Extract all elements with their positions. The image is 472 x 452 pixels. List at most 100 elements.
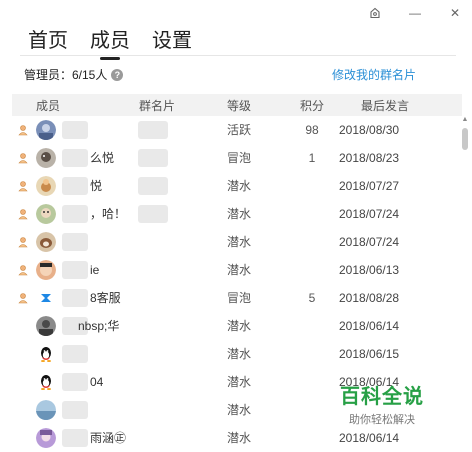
table-row[interactable]: 潜水 2018/07/24 [12, 228, 462, 256]
avatar[interactable] [36, 116, 56, 144]
redacted-name-block [62, 373, 88, 391]
avatar[interactable] [36, 396, 56, 424]
member-points [294, 340, 330, 368]
redacted-name-block [62, 289, 88, 307]
group-card [136, 256, 200, 284]
watermark-subtitle: 助你轻松解决 [349, 414, 415, 426]
member-level: 潜水 [227, 403, 252, 417]
redacted-name-block [62, 205, 88, 223]
member-level: 潜水 [227, 375, 252, 389]
last-speak-date: 2018/06/13 [339, 263, 400, 277]
avatar[interactable] [36, 284, 56, 312]
member-name: 04 [90, 375, 104, 389]
group-card [136, 200, 200, 228]
member-points [294, 312, 330, 340]
member-name: ，哈！ [90, 207, 127, 221]
member-level: 潜水 [227, 431, 252, 445]
admin-badge-icon [16, 256, 30, 284]
admin-badge-icon [16, 144, 30, 172]
table-row[interactable]: 悦 潜水 2018/07/27 [12, 172, 462, 200]
member-points [294, 200, 330, 228]
scroll-up-arrow-icon[interactable]: ▲ [461, 116, 469, 124]
avatar[interactable] [36, 144, 56, 172]
member-points: 98 [305, 123, 319, 137]
last-speak-date: 2018/08/30 [339, 123, 400, 137]
group-card [136, 172, 200, 200]
avatar[interactable] [36, 424, 56, 452]
group-card [136, 340, 200, 368]
scrollbar[interactable]: ▲ [461, 116, 469, 452]
last-speak-date: 2018/07/24 [339, 207, 400, 221]
column-points[interactable]: 积分 [300, 97, 324, 114]
watermark: 百科全说 助你轻松解决 [340, 380, 424, 427]
redacted-name-block [62, 177, 88, 195]
member-level: 活跃 [227, 123, 252, 137]
avatar[interactable] [36, 312, 56, 340]
help-icon[interactable]: ? [111, 68, 124, 81]
minimize-icon[interactable]: — [408, 6, 422, 20]
redacted-name-block [62, 149, 88, 167]
table-row[interactable]: nbsp;华 潜水 2018/06/14 [12, 312, 462, 340]
redacted-name-block [62, 401, 88, 419]
table-header: 成员 群名片 等级 积分 最后发言 [12, 94, 462, 116]
member-points [294, 368, 330, 396]
avatar[interactable] [36, 200, 56, 228]
admin-count-text: 管理员：6/15人 [24, 68, 108, 82]
admin-badge-icon [16, 172, 30, 200]
table-row[interactable]: 活跃 98 2018/08/30 [12, 116, 462, 144]
tabs-divider [20, 55, 456, 56]
redacted-name-block [62, 429, 88, 447]
avatar[interactable] [36, 368, 56, 396]
skin-settings-icon[interactable] [368, 6, 382, 20]
group-card [136, 312, 200, 340]
last-speak-date: 2018/06/15 [339, 347, 400, 361]
last-speak-date: 2018/08/23 [339, 151, 400, 165]
close-icon[interactable]: ✕ [448, 6, 462, 20]
member-points [294, 172, 330, 200]
column-member[interactable]: 成员 [36, 97, 60, 114]
member-name: 8客服 [90, 291, 121, 305]
table-row[interactable]: 潜水 2018/06/15 [12, 340, 462, 368]
group-card [136, 396, 200, 424]
member-points [294, 424, 330, 452]
member-level: 冒泡 [227, 151, 252, 165]
table-row[interactable]: 雨涵㊣ 潜水 2018/06/14 [12, 424, 462, 452]
admin-badge-icon [16, 116, 30, 144]
avatar[interactable] [36, 172, 56, 200]
member-name: 么悦 [90, 151, 115, 165]
member-name: 雨涵㊣ [90, 431, 127, 445]
member-points: 5 [308, 291, 316, 305]
member-name: 悦 [90, 179, 103, 193]
last-speak-date: 2018/06/14 [339, 319, 400, 333]
group-card [136, 284, 200, 312]
scroll-thumb[interactable] [462, 128, 468, 150]
table-row[interactable]: ，哈！ 潜水 2018/07/24 [12, 200, 462, 228]
last-speak-date: 2018/07/24 [339, 235, 400, 249]
edit-group-card-link[interactable]: 修改我的群名片 [332, 66, 416, 83]
member-name: nbsp;华 [78, 319, 120, 333]
table-row[interactable]: 么悦 冒泡 1 2018/08/23 [12, 144, 462, 172]
member-level: 潜水 [227, 235, 252, 249]
avatar[interactable] [36, 256, 56, 284]
watermark-title: 百科全说 [340, 386, 424, 408]
member-level: 潜水 [227, 263, 252, 277]
column-level[interactable]: 等级 [227, 97, 251, 114]
table-row[interactable]: 8客服 冒泡 5 2018/08/28 [12, 284, 462, 312]
window-controls: — ✕ [368, 6, 462, 20]
last-speak-date: 2018/08/28 [339, 291, 400, 305]
member-level: 潜水 [227, 347, 252, 361]
admin-badge-icon [16, 228, 30, 256]
group-card [136, 116, 200, 144]
member-points [294, 228, 330, 256]
admin-count: 管理员：6/15人 ? [24, 66, 124, 83]
admin-badge-icon [16, 200, 30, 228]
avatar[interactable] [36, 228, 56, 256]
member-summary: 管理员：6/15人 ? 修改我的群名片 [24, 66, 416, 83]
table-row[interactable]: ie 潜水 2018/06/13 [12, 256, 462, 284]
group-card [136, 424, 200, 452]
member-points [294, 396, 330, 424]
avatar[interactable] [36, 340, 56, 368]
column-group-card[interactable]: 群名片 [139, 97, 175, 114]
member-level: 潜水 [227, 319, 252, 333]
column-last-speak[interactable]: 最后发言 [361, 97, 409, 114]
